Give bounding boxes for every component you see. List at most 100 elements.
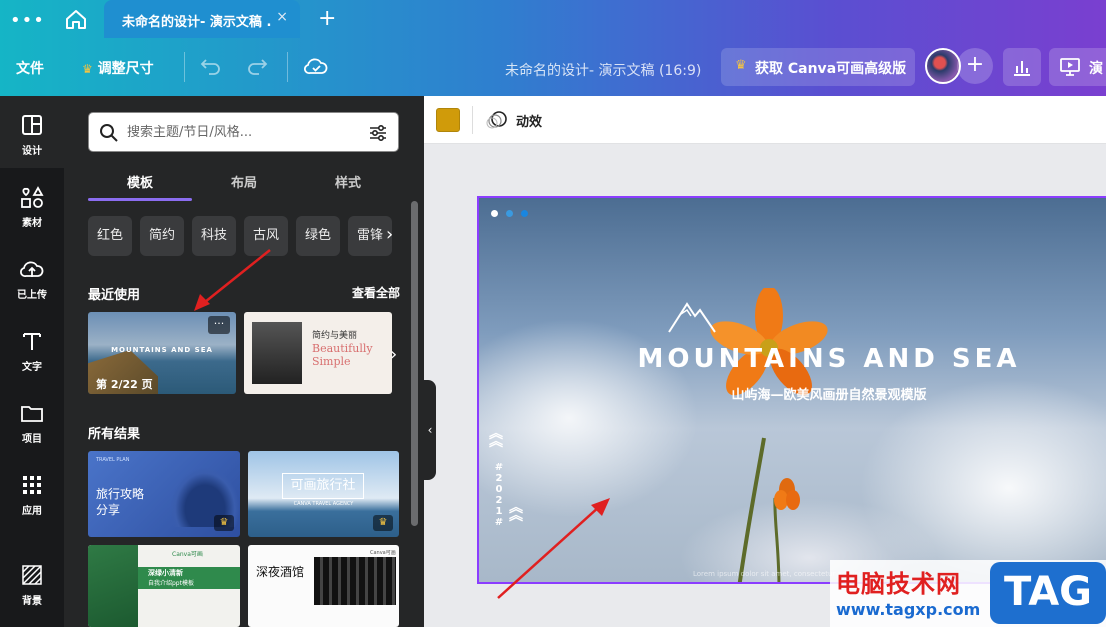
avatar[interactable]	[925, 48, 961, 84]
share-add-button[interactable]: +	[957, 48, 993, 84]
rail-item-elements[interactable]: 素材	[0, 168, 64, 240]
new-tab-button[interactable]: +	[318, 6, 336, 31]
crown-icon: ♛	[735, 58, 747, 73]
filter-chip[interactable]: 红色	[88, 216, 132, 256]
rail-label: 设计	[22, 146, 42, 157]
page-dot	[521, 210, 528, 217]
crown-icon: ♛	[214, 515, 234, 531]
home-icon[interactable]	[64, 8, 88, 30]
tab-close-icon[interactable]: ×	[276, 9, 288, 25]
toolbar-divider	[472, 106, 473, 134]
document-title[interactable]: 未命名的设计- 演示文稿 (16:9)	[505, 60, 701, 80]
toolbar-divider	[287, 52, 288, 82]
thumbnail-title: 可画旅行社	[282, 473, 364, 499]
rail-label: 文字	[22, 362, 42, 373]
thumbnail-subtitle: Beautifully	[312, 342, 373, 355]
rail-item-projects[interactable]: 项目	[0, 384, 64, 456]
present-label: 演	[1089, 61, 1103, 77]
rail-item-uploads[interactable]: 已上传	[0, 240, 64, 312]
elements-icon	[21, 186, 44, 208]
color-swatch[interactable]	[436, 108, 460, 132]
thumbnail-title: 简约与美丽	[312, 331, 358, 341]
panel-scrollbar[interactable]	[411, 201, 418, 526]
tab-title: 未命名的设计- 演示文稿 ...	[122, 15, 272, 30]
more-options-button[interactable]: ···	[208, 316, 230, 334]
insights-button[interactable]	[1003, 48, 1041, 86]
present-icon	[1060, 58, 1080, 76]
active-tab-indicator	[88, 198, 192, 201]
thumbnail-title: 自我介绍ppt模板	[148, 580, 194, 587]
see-all-link[interactable]: 查看全部	[352, 284, 400, 301]
upload-icon	[20, 261, 44, 277]
slide-subtitle[interactable]: 山屿海—欧美风画册自然景观模版	[629, 384, 1029, 403]
page-dot	[506, 210, 513, 217]
recent-heading: 最近使用	[88, 288, 141, 303]
toolbar-divider	[184, 52, 185, 82]
mountain-logo-icon	[668, 302, 716, 333]
thumbnail-title: 分享	[96, 503, 121, 517]
redo-icon[interactable]	[246, 56, 268, 76]
chevron-right-icon[interactable]: ›	[386, 224, 393, 245]
recent-template-simple[interactable]: 简约与美丽 Beautifully Simple	[244, 312, 392, 394]
background-icon	[22, 565, 42, 585]
template-travel-agency[interactable]: 可画旅行社 CANVA TRAVEL AGENCY ♛	[248, 451, 399, 537]
panel-tabs: 模板 布局 样式	[88, 166, 400, 201]
watermark-url: www.tagxp.com	[836, 600, 981, 619]
watermark-tag-logo: TAG	[990, 562, 1106, 624]
filter-icon[interactable]	[368, 123, 388, 143]
cloud-saved-icon[interactable]	[304, 55, 328, 77]
crown-icon: ♛	[373, 515, 393, 531]
rail-item-design[interactable]: 设计	[0, 96, 64, 168]
rail-label: 应用	[22, 506, 42, 517]
thumbnail-brand: Canva可画	[172, 551, 203, 558]
filter-chip[interactable]: 绿色	[296, 216, 340, 256]
double-chevron-up-icon: ︽ ︽	[489, 426, 503, 450]
night-photo	[314, 557, 396, 605]
rail-item-apps[interactable]: 应用	[0, 456, 64, 528]
editor-toolbar: 文件 ♛ 调整尺寸 未命名的设计- 演示文稿 (16:9) ♛ 获取 Canva…	[0, 38, 1106, 96]
thumbnail-title: 旅行攻略	[96, 487, 145, 501]
search-icon	[100, 124, 118, 142]
slide-title[interactable]: MOUNTAINS AND SEA	[629, 344, 1029, 374]
get-pro-button[interactable]: ♛ 获取 Canva可画高级版	[721, 48, 915, 86]
design-tab[interactable]: 未命名的设计- 演示文稿 ... ×	[104, 0, 300, 38]
filter-chip[interactable]: 简约	[140, 216, 184, 256]
rail-label: 项目	[22, 434, 42, 445]
template-search[interactable]	[88, 112, 399, 152]
template-green-intro[interactable]: Canva可画 深绿小清新 自我介绍ppt模板	[88, 545, 240, 627]
browser-tab-row: ••• 未命名的设计- 演示文稿 ... × +	[0, 0, 1106, 38]
rail-label: 素材	[22, 218, 42, 229]
chevron-right-icon[interactable]: ›	[390, 344, 397, 365]
menu-dots-icon[interactable]: •••	[10, 10, 45, 31]
design-panel: 模板 布局 样式 红色 简约 科技 古风 绿色 雷锋 › 最近使用 查看全部 M…	[64, 96, 424, 627]
template-travel-guide[interactable]: TRAVEL PLAN 旅行攻略 分享 ♛	[88, 451, 240, 537]
context-toolbar: 动效	[424, 96, 1106, 144]
animate-icon	[486, 111, 507, 129]
rail-item-background[interactable]: 背景	[0, 546, 64, 618]
resize-button[interactable]: ♛ 调整尺寸	[82, 58, 154, 78]
collapse-panel-button[interactable]: ‹	[424, 380, 436, 480]
undo-icon[interactable]	[200, 56, 222, 76]
thumbnail-brand: Canva可画	[370, 550, 396, 556]
tab-styles[interactable]: 样式	[296, 172, 400, 191]
annotation-arrow	[497, 498, 610, 599]
tab-templates[interactable]: 模板	[88, 172, 192, 191]
bar-chart-icon	[1014, 61, 1030, 76]
search-input[interactable]	[127, 121, 357, 143]
folder-icon	[21, 406, 43, 422]
thumbnail-title: MOUNTAINS AND SEA	[111, 346, 213, 354]
animate-button[interactable]: 动效	[516, 111, 542, 130]
top-bar: ••• 未命名的设计- 演示文稿 ... × + 文件 ♛ 调整尺寸 未命名的设…	[0, 0, 1106, 96]
template-night-bar[interactable]: 深夜酒馆 Canva可画	[248, 545, 399, 627]
rail-label: 背景	[22, 596, 42, 607]
all-results-heading: 所有结果	[88, 427, 141, 442]
tab-layouts[interactable]: 布局	[192, 172, 296, 191]
crown-icon: ♛	[82, 62, 93, 76]
page-dot	[491, 210, 498, 217]
rail-item-text[interactable]: 文字	[0, 312, 64, 384]
thumbnail-subtitle: Simple	[312, 355, 351, 368]
present-button[interactable]: 演	[1049, 48, 1106, 86]
text-icon	[23, 333, 41, 350]
recent-template-mountains[interactable]: MOUNTAINS AND SEA ··· 第 2/22 页	[88, 312, 236, 394]
file-menu-button[interactable]: 文件	[16, 58, 44, 78]
